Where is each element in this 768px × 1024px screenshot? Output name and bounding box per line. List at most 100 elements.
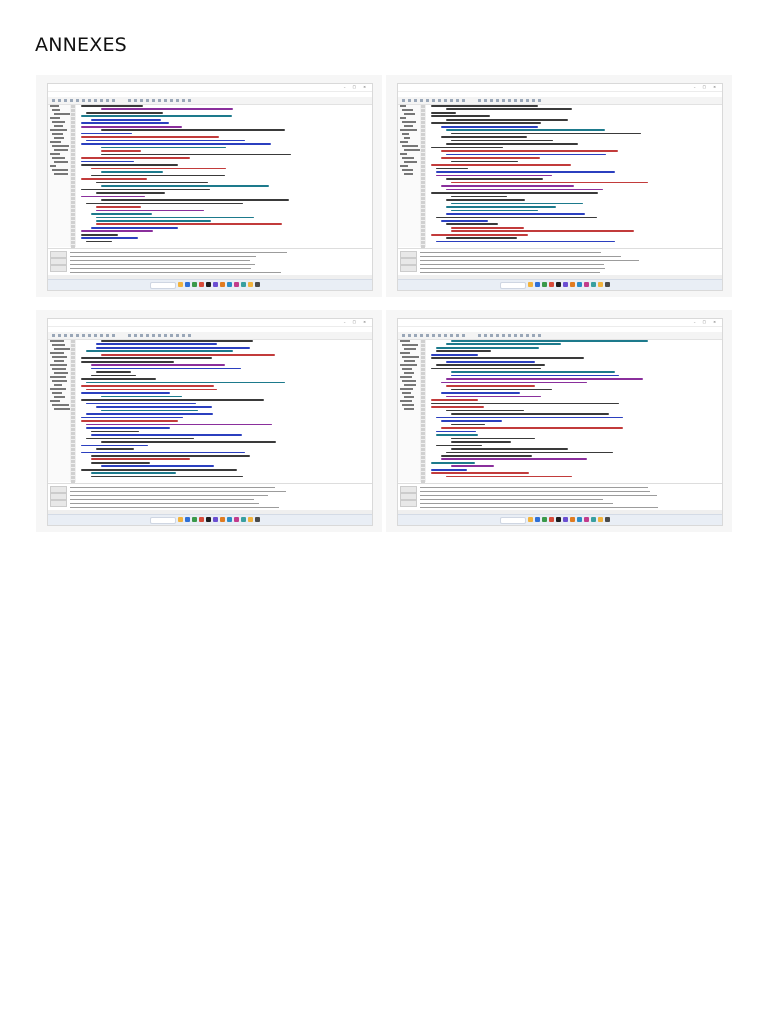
toolbar-button-icon[interactable] (426, 334, 429, 337)
toolbar-button-icon[interactable] (532, 99, 535, 102)
taskbar-app-icon[interactable] (241, 282, 246, 287)
log-panel-tab[interactable] (50, 258, 67, 265)
taskbar-app-icon[interactable] (570, 282, 575, 287)
toolbar-button-icon[interactable] (450, 334, 453, 337)
sidebar-tree-item[interactable] (398, 173, 420, 177)
taskbar-app-icon[interactable] (255, 517, 260, 522)
toolbar-button-icon[interactable] (152, 99, 155, 102)
taskbar-app-icon[interactable] (192, 282, 197, 287)
toolbar-button-icon[interactable] (520, 334, 523, 337)
log-panel-tab[interactable] (50, 251, 67, 258)
taskbar-app-icon[interactable] (178, 517, 183, 522)
toolbar-button-icon[interactable] (408, 334, 411, 337)
toolbar-button-icon[interactable] (188, 99, 191, 102)
toolbar-button-icon[interactable] (52, 334, 55, 337)
toolbar-button-icon[interactable] (414, 99, 417, 102)
toolbar-button-icon[interactable] (106, 99, 109, 102)
taskbar-app-icon[interactable] (528, 282, 533, 287)
taskbar-app-icon[interactable] (220, 517, 225, 522)
toolbar-button-icon[interactable] (146, 334, 149, 337)
window-controls[interactable]: – □ × (694, 85, 719, 89)
toolbar-button-icon[interactable] (158, 334, 161, 337)
toolbar-button-icon[interactable] (134, 334, 137, 337)
toolbar-button-icon[interactable] (526, 99, 529, 102)
toolbar-button-icon[interactable] (58, 334, 61, 337)
toolbar-button-icon[interactable] (420, 334, 423, 337)
taskbar-app-icon[interactable] (577, 517, 582, 522)
toolbar-button-icon[interactable] (444, 99, 447, 102)
toolbar-button-icon[interactable] (538, 99, 541, 102)
toolbar-button-icon[interactable] (106, 334, 109, 337)
toolbar-button-icon[interactable] (70, 99, 73, 102)
toolbar-button-icon[interactable] (112, 99, 115, 102)
toolbar-button-icon[interactable] (164, 99, 167, 102)
toolbar-button-icon[interactable] (508, 99, 511, 102)
taskbar-app-icon[interactable] (255, 282, 260, 287)
log-panel-tab[interactable] (400, 500, 417, 507)
taskbar-app-icon[interactable] (605, 282, 610, 287)
toolbar-button-icon[interactable] (426, 99, 429, 102)
log-panel-tab[interactable] (50, 486, 67, 493)
toolbar-button-icon[interactable] (176, 334, 179, 337)
toolbar-button-icon[interactable] (484, 334, 487, 337)
toolbar-button-icon[interactable] (438, 99, 441, 102)
toolbar-button-icon[interactable] (490, 334, 493, 337)
toolbar-button-icon[interactable] (414, 334, 417, 337)
taskbar-app-icon[interactable] (213, 517, 218, 522)
toolbar-button-icon[interactable] (52, 99, 55, 102)
toolbar-button-icon[interactable] (478, 99, 481, 102)
taskbar-app-icon[interactable] (206, 517, 211, 522)
toolbar-button-icon[interactable] (82, 99, 85, 102)
toolbar-button-icon[interactable] (64, 334, 67, 337)
taskbar-search-box[interactable] (500, 517, 526, 524)
taskbar-app-icon[interactable] (584, 282, 589, 287)
toolbar-button-icon[interactable] (182, 99, 185, 102)
toolbar-button-icon[interactable] (146, 99, 149, 102)
toolbar-button-icon[interactable] (128, 99, 131, 102)
toolbar-button-icon[interactable] (484, 99, 487, 102)
toolbar-button-icon[interactable] (88, 99, 91, 102)
toolbar-button-icon[interactable] (76, 99, 79, 102)
window-controls[interactable]: – □ × (344, 85, 369, 89)
taskbar-app-icon[interactable] (220, 282, 225, 287)
log-panel-tab[interactable] (400, 486, 417, 493)
taskbar-app-icon[interactable] (598, 282, 603, 287)
toolbar-button-icon[interactable] (402, 334, 405, 337)
taskbar-app-icon[interactable] (556, 517, 561, 522)
taskbar-app-icon[interactable] (542, 282, 547, 287)
sidebar-tree-item[interactable] (48, 173, 70, 177)
toolbar-button-icon[interactable] (176, 99, 179, 102)
taskbar-app-icon[interactable] (185, 517, 190, 522)
toolbar-button-icon[interactable] (450, 99, 453, 102)
toolbar-button-icon[interactable] (514, 99, 517, 102)
toolbar-button-icon[interactable] (64, 99, 67, 102)
taskbar-app-icon[interactable] (549, 517, 554, 522)
taskbar-app-icon[interactable] (535, 282, 540, 287)
toolbar-button-icon[interactable] (170, 334, 173, 337)
toolbar-button-icon[interactable] (538, 334, 541, 337)
sidebar-tree-item[interactable] (398, 408, 420, 412)
toolbar-button-icon[interactable] (456, 334, 459, 337)
taskbar-app-icon[interactable] (206, 282, 211, 287)
taskbar-app-icon[interactable] (528, 517, 533, 522)
taskbar-app-icon[interactable] (192, 517, 197, 522)
taskbar-app-icon[interactable] (199, 517, 204, 522)
taskbar-search-box[interactable] (150, 282, 176, 289)
toolbar-button-icon[interactable] (152, 334, 155, 337)
toolbar-button-icon[interactable] (532, 334, 535, 337)
taskbar-app-icon[interactable] (570, 517, 575, 522)
toolbar-button-icon[interactable] (128, 334, 131, 337)
taskbar-app-icon[interactable] (549, 282, 554, 287)
log-panel-tab[interactable] (50, 265, 67, 272)
taskbar-app-icon[interactable] (241, 517, 246, 522)
toolbar-button-icon[interactable] (182, 334, 185, 337)
toolbar-button-icon[interactable] (170, 99, 173, 102)
toolbar-button-icon[interactable] (100, 99, 103, 102)
toolbar-button-icon[interactable] (94, 334, 97, 337)
taskbar-app-icon[interactable] (248, 517, 253, 522)
toolbar-button-icon[interactable] (432, 99, 435, 102)
toolbar-button-icon[interactable] (432, 334, 435, 337)
taskbar-app-icon[interactable] (605, 517, 610, 522)
taskbar-app-icon[interactable] (563, 517, 568, 522)
taskbar-app-icon[interactable] (248, 282, 253, 287)
